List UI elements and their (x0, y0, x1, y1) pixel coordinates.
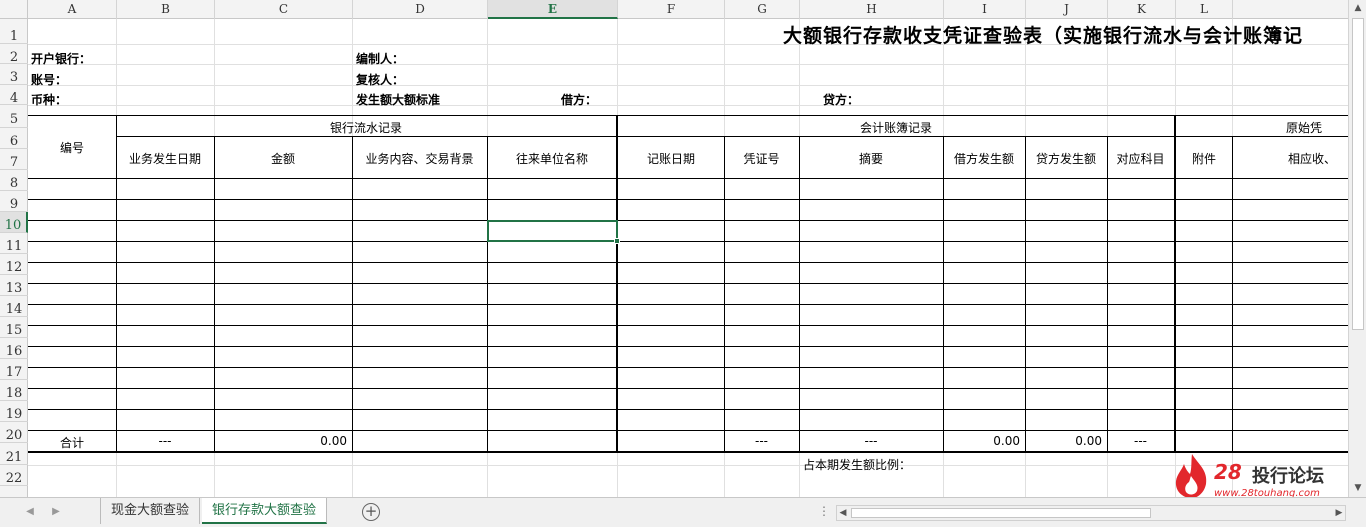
bank-label: 开户银行： (31, 52, 92, 66)
column-header-d[interactable]: D (353, 0, 488, 19)
row-header[interactable]: 2 (0, 44, 28, 65)
header-attachment: 附件 (1191, 152, 1216, 166)
column-header-i[interactable]: I (944, 0, 1026, 19)
total-account: --- (1134, 434, 1147, 448)
row-header[interactable]: 17 (0, 359, 28, 380)
column-header-a[interactable]: A (28, 0, 117, 19)
row-header[interactable]: 1 (0, 19, 28, 44)
column-header-j[interactable]: J (1026, 0, 1108, 19)
row-header-selected[interactable]: 10 (0, 212, 28, 233)
sheet-title: 大额银行存款收支凭证查验表（实施银行流水与会计账簿记 (783, 25, 1304, 47)
column-header-c[interactable]: C (215, 0, 353, 19)
header-credit-amount: 贷方发生额 (1035, 152, 1096, 166)
total-summary: --- (864, 434, 878, 448)
column-header-g[interactable]: G (725, 0, 800, 19)
total-voucher-number: --- (755, 434, 768, 448)
row-header[interactable]: 3 (0, 64, 28, 85)
currency-label: 币种： (31, 93, 68, 107)
header-bank-records: 银行流水记录 (329, 121, 402, 135)
credit-label: 贷方： (823, 93, 860, 107)
total-amount: 0.00 (320, 434, 347, 448)
more-options-icon[interactable]: ⋮ (818, 504, 830, 518)
header-amount: 金额 (270, 152, 295, 166)
select-all-corner[interactable] (0, 0, 28, 19)
tab-bank-deposit[interactable]: 银行存款大额查验 (202, 498, 328, 524)
header-summary: 摘要 (858, 152, 883, 166)
fill-handle[interactable] (614, 238, 620, 244)
row-header[interactable]: 14 (0, 296, 28, 317)
vertical-scroll-thumb[interactable] (1352, 18, 1364, 330)
row-header[interactable]: 21 (0, 443, 28, 465)
column-header-b[interactable]: B (117, 0, 215, 19)
row-header[interactable]: 22 (0, 465, 28, 486)
column-header-bar: A B C D E F G H I J K L (0, 0, 1348, 19)
row-header[interactable]: 15 (0, 317, 28, 338)
account-label: 账号： (31, 73, 68, 87)
ratio-label: 占本期发生额比例： (803, 458, 912, 472)
header-bank-date: 业务发生日期 (128, 152, 201, 166)
header-debit-amount: 借方发生额 (953, 152, 1014, 166)
column-header-f[interactable]: F (618, 0, 725, 19)
total-label: 合计 (59, 436, 84, 450)
column-header-k[interactable]: K (1108, 0, 1176, 19)
column-header-l[interactable]: L (1176, 0, 1233, 19)
debit-label: 借方： (561, 93, 598, 107)
header-related: 相应收、 (1288, 152, 1337, 166)
row-header[interactable]: 11 (0, 233, 28, 254)
selected-cell[interactable] (487, 220, 618, 242)
row-header[interactable]: 13 (0, 275, 28, 296)
row-header[interactable]: 7 (0, 149, 28, 170)
header-business: 业务内容、交易背景 (365, 152, 474, 166)
scroll-left-icon[interactable]: ◀ (837, 506, 849, 520)
scroll-down-icon[interactable]: ▼ (1349, 480, 1366, 496)
row-header[interactable]: 12 (0, 254, 28, 275)
header-ledger-records: 会计账簿记录 (859, 121, 932, 135)
threshold-label: 发生额大额标准 (356, 93, 441, 107)
preparer-label: 编制人： (356, 52, 405, 66)
row-header[interactable]: 5 (0, 105, 28, 128)
header-number: 编号 (59, 141, 84, 155)
header-voucher-number: 凭证号 (743, 152, 780, 166)
flame-logo-icon (1175, 454, 1207, 499)
vertical-scrollbar[interactable]: ▲ ▼ (1348, 0, 1366, 497)
row-header[interactable]: 18 (0, 380, 28, 401)
prev-sheet-icon[interactable]: ◀ (22, 504, 38, 520)
reviewer-label: 复核人： (356, 73, 405, 87)
watermark-name: 投行论坛 (1252, 466, 1324, 487)
horizontal-scroll-thumb[interactable] (851, 508, 1151, 518)
header-record-date: 记账日期 (646, 152, 695, 166)
total-bank-date: --- (158, 434, 172, 448)
total-credit-amount: 0.00 (1075, 434, 1102, 448)
row-header[interactable]: 4 (0, 85, 28, 106)
add-sheet-icon[interactable]: + (362, 503, 380, 521)
row-header-bar: 1 2 3 4 5 6 7 8 9 10 11 12 13 14 15 16 1… (0, 19, 28, 497)
header-counterparty: 往来单位名称 (515, 152, 588, 166)
total-debit-amount: 0.00 (993, 434, 1020, 448)
header-account: 对应科目 (1116, 152, 1165, 166)
row-header[interactable]: 20 (0, 422, 28, 443)
scroll-up-icon[interactable]: ▲ (1349, 0, 1366, 16)
row-header[interactable]: 19 (0, 401, 28, 422)
row-header[interactable]: 8 (0, 170, 28, 191)
scroll-right-icon[interactable]: ▶ (1333, 506, 1345, 520)
row-header[interactable]: 6 (0, 128, 28, 149)
tab-cash[interactable]: 现金大额查验 (100, 498, 201, 524)
row-header[interactable]: 9 (0, 191, 28, 212)
header-original-voucher: 原始凭 (1286, 121, 1323, 135)
row-header[interactable]: 16 (0, 338, 28, 359)
next-sheet-icon[interactable]: ▶ (48, 504, 64, 520)
sheet-tab-bar: ◀ ▶ 现金大额查验 银行存款大额查验 + ⋮ ◀ ▶ (0, 497, 1366, 527)
column-header-h[interactable]: H (800, 0, 944, 19)
spreadsheet-grid[interactable]: 大额银行存款收支凭证查验表（实施银行流水与会计账簿记 开户银行： 编制人： 账号… (28, 19, 1348, 497)
horizontal-scrollbar[interactable]: ◀ ▶ (836, 505, 1346, 521)
column-header-e[interactable]: E (488, 0, 618, 19)
watermark: 28 投行论坛 www.28touhang.com (1172, 452, 1342, 502)
watermark-number: 28 (1214, 460, 1242, 484)
